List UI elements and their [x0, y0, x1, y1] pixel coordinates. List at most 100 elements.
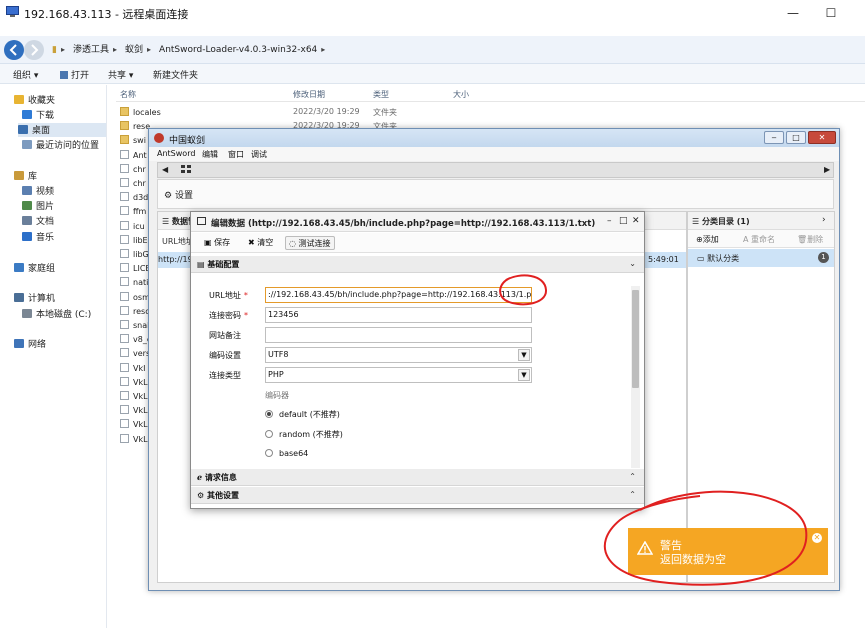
- nav-item[interactable]: 计算机: [14, 291, 55, 305]
- forward-button[interactable]: [24, 40, 44, 60]
- list-item[interactable]: snal: [120, 320, 149, 334]
- maximize-button[interactable]: ☐: [818, 4, 844, 22]
- list-item[interactable]: locales 2022/3/20 19:29 文件夹: [120, 107, 397, 121]
- list-item[interactable]: VkL: [120, 376, 148, 391]
- list-item[interactable]: libG: [120, 249, 149, 263]
- rename-category-button[interactable]: A 重命名: [743, 234, 775, 245]
- scrollbar-thumb[interactable]: [632, 290, 639, 388]
- chevron-right-icon[interactable]: ›: [822, 215, 826, 225]
- nav-item[interactable]: 图片: [22, 199, 54, 213]
- list-item[interactable]: VkL: [120, 419, 148, 433]
- clear-button[interactable]: ✖ 清空: [245, 236, 276, 250]
- radio-dot[interactable]: [265, 410, 273, 418]
- nav-item[interactable]: 文档: [22, 214, 54, 228]
- file-date: 2022/3/20 19:29: [293, 107, 360, 116]
- list-item[interactable]: icu: [120, 220, 145, 235]
- encoder-label-text: random (不推荐): [279, 430, 343, 439]
- encoder-radio[interactable]: random (不推荐): [265, 429, 343, 440]
- list-item[interactable]: osm: [120, 291, 150, 306]
- column-modified[interactable]: 修改日期: [293, 89, 325, 100]
- other-settings-section[interactable]: ⚙ 其他设置 ⌃: [191, 487, 644, 504]
- share-menu[interactable]: 共享 ▾: [108, 68, 133, 81]
- grid-icon[interactable]: [180, 164, 196, 176]
- note-input[interactable]: [265, 327, 532, 343]
- breadcrumb-item[interactable]: AntSword-Loader-v4.0.3-win32-x64: [159, 41, 317, 59]
- delete-category-button[interactable]: 🗑删除: [797, 234, 823, 245]
- nav-item[interactable]: 收藏夹: [14, 93, 55, 107]
- menu-window[interactable]: 窗口: [228, 149, 244, 160]
- menu-antsword[interactable]: AntSword: [157, 149, 195, 158]
- test-connection-button[interactable]: ◌ 测试连接: [285, 236, 335, 250]
- list-item[interactable]: nati: [120, 277, 148, 291]
- list-item[interactable]: v8_c: [120, 334, 151, 348]
- toast-close-button[interactable]: ✕: [812, 533, 822, 543]
- antsword-maximize-button[interactable]: □: [786, 131, 806, 144]
- antsword-minimize-button[interactable]: ‒: [764, 131, 784, 144]
- list-item[interactable]: vers: [120, 348, 150, 362]
- open-button[interactable]: 打开: [60, 68, 89, 81]
- category-item-default[interactable]: ▭ 默认分类 1: [688, 249, 834, 267]
- antsword-close-button[interactable]: ✕: [808, 131, 836, 144]
- nav-item[interactable]: 本地磁盘 (C:): [22, 307, 91, 321]
- radio-dot[interactable]: [265, 430, 273, 438]
- request-info-section[interactable]: ℯ 请求信息 ⌃: [191, 469, 644, 486]
- type-select[interactable]: PHP ▼: [265, 367, 532, 383]
- save-button[interactable]: ▣ 保存: [201, 236, 233, 250]
- menu-debug[interactable]: 调试: [251, 149, 267, 160]
- tab-scroll-left[interactable]: ◀: [162, 165, 168, 174]
- back-button[interactable]: [4, 40, 24, 60]
- tab-scroll-right[interactable]: ▶: [824, 165, 830, 174]
- breadcrumb-item[interactable]: 蚁剑: [125, 41, 143, 59]
- dialog-minimize-button[interactable]: –: [607, 216, 612, 226]
- dialog-scrollbar[interactable]: [631, 286, 640, 468]
- breadcrumb-item[interactable]: 渗透工具: [73, 41, 109, 59]
- list-item[interactable]: ffm: [120, 206, 146, 220]
- nav-item[interactable]: 家庭组: [14, 261, 55, 275]
- list-item[interactable]: rese 2022/3/20 19:29 文件夹: [120, 121, 397, 135]
- antsword-toolbar: ⚙ 设置: [157, 179, 834, 209]
- list-item[interactable]: chr: [120, 178, 146, 192]
- list-item[interactable]: d3d: [120, 192, 148, 206]
- new-folder-button[interactable]: 新建文件夹: [153, 68, 198, 81]
- list-item[interactable]: VkL: [120, 405, 148, 419]
- column-size[interactable]: 大小: [453, 89, 469, 100]
- password-input[interactable]: 123456: [265, 307, 532, 323]
- star-icon: [14, 95, 24, 104]
- list-item[interactable]: VkL: [120, 391, 148, 405]
- nav-item[interactable]: 下载: [22, 108, 54, 122]
- test-connection-label: 测试连接: [298, 239, 331, 248]
- radio-dot[interactable]: [265, 449, 273, 457]
- nav-item[interactable]: 最近访问的位置: [22, 138, 99, 152]
- menu-edit[interactable]: 编辑: [202, 149, 218, 160]
- settings-button[interactable]: ⚙ 设置: [164, 188, 193, 201]
- nav-item[interactable]: 音乐: [22, 230, 54, 244]
- column-name[interactable]: 名称: [120, 89, 136, 100]
- list-item[interactable]: VkL: [120, 433, 148, 448]
- encoder-radio[interactable]: base64: [265, 449, 308, 458]
- dialog-maximize-button[interactable]: □: [619, 216, 628, 226]
- breadcrumb[interactable]: ▮ ▸ 渗透工具 ▸ 蚁剑 ▸ AntSword-Loader-v4.0.3-win32-x…: [52, 41, 333, 59]
- column-type[interactable]: 类型: [373, 89, 389, 100]
- encoder-radio[interactable]: default (不推荐): [265, 409, 340, 420]
- list-item[interactable]: libE: [120, 234, 148, 249]
- add-category-button[interactable]: ⊕添加: [696, 234, 719, 245]
- list-item[interactable]: swi: [120, 135, 146, 149]
- url-input[interactable]: ://192.168.43.45/bh/include.php?page=htt…: [265, 287, 532, 303]
- dialog-close-button[interactable]: ✕: [632, 216, 640, 226]
- basic-config-section[interactable]: ▤ 基础配置 ⌄: [191, 256, 644, 273]
- list-item[interactable]: LICE: [120, 263, 150, 277]
- nav-item[interactable]: 库: [14, 169, 37, 183]
- encoding-select[interactable]: UTF8 ▼: [265, 347, 532, 363]
- nav-item[interactable]: 网络: [14, 337, 46, 351]
- list-item[interactable]: reso: [120, 305, 150, 320]
- organize-menu[interactable]: 组织 ▾: [13, 68, 38, 81]
- nav-item[interactable]: 视频: [22, 184, 54, 198]
- row-url: http://19: [158, 255, 193, 264]
- list-item[interactable]: Ant: [120, 149, 147, 164]
- nav-item[interactable]: 桌面: [18, 123, 106, 137]
- rdp-title-bar: 192.168.43.113 - 远程桌面连接 — ☐: [0, 0, 865, 26]
- file-list-header: 名称 修改日期 类型 大小: [116, 86, 865, 102]
- minimize-button[interactable]: —: [780, 4, 806, 22]
- list-item[interactable]: VkI: [120, 362, 145, 377]
- list-item[interactable]: chr: [120, 163, 146, 178]
